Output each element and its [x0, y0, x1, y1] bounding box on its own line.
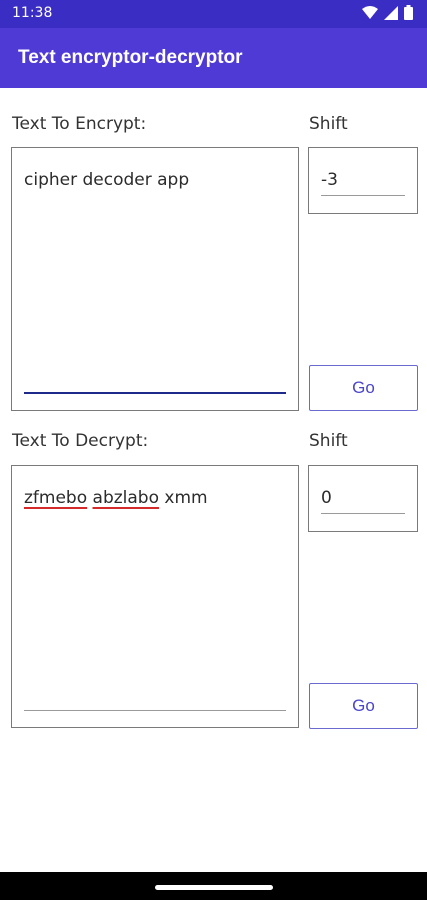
decrypt-word-2: abzlabo — [92, 488, 159, 508]
encrypt-text-input[interactable]: cipher decoder app — [11, 147, 299, 411]
decrypt-shift-input[interactable]: 0 — [308, 465, 418, 532]
encrypt-shift-value: -3 — [321, 170, 338, 190]
status-time: 11:38 — [12, 5, 53, 21]
decrypt-go-button[interactable]: Go — [309, 683, 418, 729]
app-bar: Text encryptor-decryptor — [0, 28, 427, 88]
encrypt-shift-input[interactable]: -3 — [308, 147, 418, 214]
wifi-icon — [362, 5, 378, 19]
battery-icon — [404, 5, 413, 20]
status-icons — [362, 5, 413, 20]
encrypt-input-underline — [24, 392, 286, 394]
home-gesture-handle[interactable] — [155, 885, 273, 890]
decrypt-input-underline — [24, 710, 286, 711]
decrypt-shift-label: Shift — [309, 431, 348, 451]
decrypt-text-value: zfmebo abzlabo xmm — [24, 488, 208, 508]
encrypt-shift-label: Shift — [309, 114, 348, 134]
status-bar: 11:38 — [0, 0, 427, 28]
app-title: Text encryptor-decryptor — [18, 47, 243, 68]
navigation-bar — [0, 872, 427, 900]
decrypt-word-3: xmm — [164, 488, 208, 508]
decrypt-shift-underline — [321, 513, 405, 514]
decrypt-text-input[interactable]: zfmebo abzlabo xmm — [11, 465, 299, 728]
decrypt-label: Text To Decrypt: — [12, 431, 149, 451]
decrypt-shift-value: 0 — [321, 488, 332, 508]
encrypt-label: Text To Encrypt: — [12, 114, 147, 134]
encrypt-text-value: cipher decoder app — [24, 170, 190, 190]
signal-icon — [384, 5, 398, 20]
encrypt-go-button[interactable]: Go — [309, 365, 418, 411]
encrypt-shift-underline — [321, 195, 405, 196]
decrypt-word-1: zfmebo — [24, 488, 88, 508]
